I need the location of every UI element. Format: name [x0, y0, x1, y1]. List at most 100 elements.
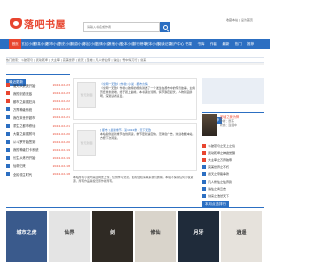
featured-book-cover[interactable]	[202, 114, 217, 136]
bullet-icon	[6, 123, 10, 128]
nav-item[interactable]: 用户中心	[170, 39, 184, 49]
hot-list-item[interactable]: 诛仙之青云志	[202, 185, 264, 192]
list-item[interactable]: 诸天从武侠开始 2024-02-23	[6, 81, 70, 89]
list-item[interactable]: 全民领主时代 2024-02-18	[6, 170, 70, 178]
nav-item[interactable]: 书库	[195, 39, 207, 49]
book-cover[interactable]: 逍遥	[221, 211, 262, 262]
featured-book[interactable]: 圣墟之我为神 作者：辰东 状态：连载中	[202, 114, 264, 138]
list-item-date: 2024-02-20	[52, 139, 70, 144]
nav-item[interactable]: 阅读记录	[158, 39, 172, 49]
hot-list-item-title[interactable]: 武动乾坤之神魔觉醒	[208, 151, 235, 155]
chapter-text: [ 都市 ] 最新章节 · 第1024章 · 天下无敌 本站提供最新章节在线阅读…	[100, 128, 196, 140]
list-item-title[interactable]: 都市之最强狂兵	[13, 99, 53, 104]
list-item-date: 2024-02-19	[52, 147, 70, 152]
hot-list-item[interactable]: 完美世界之不朽	[202, 164, 264, 171]
nav-item[interactable]: 首页	[9, 39, 22, 49]
hot-list-item-title[interactable]: 剑来之浩然天下	[208, 194, 229, 198]
book-intro-body: 《全网一无敌》作者以独特的视角讲述了一个发生在都市中的传奇故事，主角历经重重磨难…	[100, 86, 196, 98]
hot-list-item-title[interactable]: 凡人修仙之仙界篇	[208, 180, 232, 184]
nav-item[interactable]: 推荐	[244, 39, 256, 49]
featured-title: 热门推荐	[202, 106, 264, 124]
hot-list-item-title[interactable]: 遮天之帝路争锋	[208, 172, 229, 176]
featured-book-status: 状态：连载中	[220, 123, 237, 127]
rank-badge	[202, 157, 206, 162]
hot-list-item[interactable]: 斗破苍穹之无上之境	[202, 142, 264, 149]
nav-item[interactable]: 言情小说	[96, 39, 110, 49]
nav-item[interactable]: 科幻小说	[83, 39, 97, 49]
nav-item[interactable]: 作者	[207, 39, 219, 49]
book-cover-title: 修仙	[150, 230, 161, 236]
book-cover[interactable]: 剑	[92, 211, 133, 262]
nav-item[interactable]: 全本小说	[121, 39, 135, 49]
header: 落吧书屋 收藏本站 | 设为首页	[0, 0, 270, 38]
nav-item[interactable]: 历史小说	[59, 39, 73, 49]
book-cover-title: 剑	[109, 230, 115, 236]
book-cover[interactable]: 城市之虎	[6, 211, 47, 262]
nav-item[interactable]: 网游小说	[71, 39, 85, 49]
search-input[interactable]	[84, 23, 159, 31]
book-intro-card: 暂无封面 《全网一无敌》[作者] 小说 · 都市言情 《全网一无敌》作者以独特的…	[73, 78, 197, 120]
list-item[interactable]: 长生从炼丹开始 2024-02-19	[6, 154, 70, 162]
list-item[interactable]: 我的剑道无敌 2024-02-23	[6, 89, 70, 97]
book-cover[interactable]: 仙界	[49, 211, 90, 262]
hot-list-item[interactable]: 武动乾坤之神魔觉醒	[202, 149, 264, 156]
nav-item[interactable]: 其他小说	[108, 39, 122, 49]
list-item-title[interactable]: 万界神级系统	[13, 107, 53, 112]
list-item-date: 2024-02-21	[52, 123, 70, 128]
list-item[interactable]: 仙帝归来 2024-02-18	[6, 162, 70, 170]
hot-list: 斗破苍穹之无上之境 武动乾坤之神魔觉醒 大主宰之万界独尊 完美世界之不朽 遮天之帝路争锋…	[202, 142, 264, 200]
left-panel-title: 最近更新	[6, 68, 70, 86]
list-item-title[interactable]: 重生之都市修仙	[13, 123, 53, 128]
chapter-cover-placeholder[interactable]: 暂无封面	[77, 130, 96, 156]
hot-list-item-title[interactable]: 完美世界之不朽	[208, 165, 229, 169]
header-links[interactable]: 收藏本站 | 设为首页	[226, 18, 253, 22]
bullet-icon	[6, 163, 10, 168]
list-item-title[interactable]: 我的剑道无敌	[13, 91, 53, 96]
nav-item[interactable]: 书架	[182, 39, 194, 49]
list-item-title[interactable]: 从斗罗开始签到	[13, 139, 53, 144]
book-cover-placeholder[interactable]: 暂无封面	[77, 82, 96, 108]
hot-list-item[interactable]: 大主宰之万界独尊	[202, 156, 264, 163]
list-item-date: 2024-02-18	[52, 163, 70, 168]
cover-placeholder-text: 暂无封面	[80, 93, 93, 97]
book-cover[interactable]: 修仙	[135, 211, 176, 262]
hot-search-bar[interactable]: 热门搜索：斗破苍穹 | 武动乾坤 | 大主宰 | 完美世界 | 遮天 | 圣墟 …	[6, 57, 264, 63]
nav-item[interactable]: 排行榜单	[133, 39, 147, 49]
nav-item[interactable]: 都市小说	[46, 39, 60, 49]
hot-list-item[interactable]: 凡人修仙之仙界篇	[202, 178, 264, 185]
book-cover-title: 逍遥	[236, 230, 247, 236]
nav-item[interactable]: 修真小说	[34, 39, 48, 49]
list-item-date: 2024-02-19	[52, 155, 70, 160]
hot-list-item-title[interactable]: 诛仙之青云志	[208, 187, 226, 191]
site-logo[interactable]: 落吧书屋	[10, 16, 66, 31]
list-item-title[interactable]: 我在末世开超市	[13, 115, 53, 120]
book-cover[interactable]: 月牙	[178, 211, 219, 262]
hot-list-item-title[interactable]: 大主宰之万界独尊	[208, 158, 232, 162]
search-button[interactable]	[160, 22, 170, 32]
list-item[interactable]: 都市之最强狂兵 2024-02-22	[6, 97, 70, 105]
hot-list-item[interactable]: 遮天之帝路争锋	[202, 171, 264, 178]
hot-list-item-title[interactable]: 斗破苍穹之无上之境	[208, 144, 235, 148]
list-item[interactable]: 我的神级打卡系统 2024-02-19	[6, 146, 70, 154]
list-item-title[interactable]: 我的神级打卡系统	[13, 147, 53, 152]
list-item[interactable]: 大唐之最强驸马 2024-02-20	[6, 130, 70, 138]
list-item-title[interactable]: 长生从炼丹开始	[13, 155, 53, 160]
list-item[interactable]: 万界神级系统 2024-02-22	[6, 105, 70, 113]
list-item[interactable]: 重生之都市修仙 2024-02-21	[6, 121, 70, 129]
nav-item[interactable]: 热门	[232, 39, 244, 49]
ad-banner[interactable]	[202, 78, 264, 104]
list-item[interactable]: 从斗罗开始签到 2024-02-20	[6, 138, 70, 146]
nav-item[interactable]: 完本小说	[145, 39, 159, 49]
list-item-title[interactable]: 诸天从武侠开始	[13, 83, 53, 88]
nav-item[interactable]: 最新	[220, 39, 232, 49]
list-item-title[interactable]: 全民领主时代	[13, 172, 53, 177]
list-item-title[interactable]: 仙帝归来	[13, 163, 53, 168]
hot-list-item[interactable]: 剑来之浩然天下	[202, 192, 264, 199]
book-intro-text: 《全网一无敌》[作者] 小说 · 都市言情 《全网一无敌》作者以独特的视角讲述了…	[100, 82, 196, 98]
nav-item[interactable]: 玄幻小说	[21, 39, 35, 49]
site-notice: 本站所有小说均来自网友上传，仅供学习交流，如有侵权请联系我们删除。本站不保存任何…	[73, 176, 194, 183]
bullet-icon	[6, 91, 10, 96]
list-item[interactable]: 我在末世开超市 2024-02-21	[6, 113, 70, 121]
bullet-icon	[6, 83, 10, 88]
list-item-title[interactable]: 大唐之最强驸马	[13, 131, 53, 136]
